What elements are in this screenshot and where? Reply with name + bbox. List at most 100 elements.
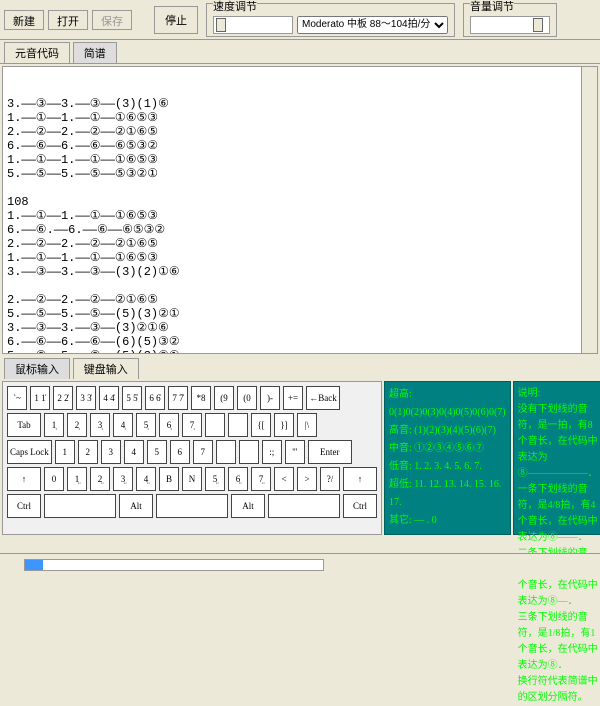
tab-keyboard-input[interactable]: 键盘输入: [73, 358, 139, 379]
key[interactable]: 6̣: [159, 413, 179, 437]
editor-line[interactable]: 3.――③――3.――③――(3)(1)⑥: [7, 97, 593, 111]
editor-line[interactable]: 6.――⑥――6.――⑥――(6)(5)③②: [7, 335, 593, 349]
key[interactable]: [156, 494, 228, 518]
key[interactable]: Ctrl: [343, 494, 377, 518]
key[interactable]: <: [274, 467, 294, 491]
key[interactable]: Enter: [308, 440, 352, 464]
editor-line[interactable]: 1.――①――1.――①――①⑥⑤③: [7, 209, 593, 223]
open-button[interactable]: 打开: [48, 10, 88, 30]
key[interactable]: 3̣: [90, 413, 110, 437]
key[interactable]: 1: [55, 440, 75, 464]
key[interactable]: 2 2̇: [53, 386, 73, 410]
tab-score[interactable]: 简谱: [73, 42, 117, 63]
key[interactable]: ←Back: [306, 386, 340, 410]
key[interactable]: 4̣: [113, 413, 133, 437]
key[interactable]: 3̤: [113, 467, 133, 491]
key[interactable]: Ctrl: [7, 494, 41, 518]
key[interactable]: ?/: [320, 467, 340, 491]
editor-line[interactable]: 3.――③――3.――③――(3)(2)①⑥: [7, 265, 593, 279]
key[interactable]: 6: [170, 440, 190, 464]
key[interactable]: 5̣: [136, 413, 156, 437]
volume-group: 音量调节: [463, 3, 557, 37]
key[interactable]: +=: [283, 386, 303, 410]
key[interactable]: [268, 494, 340, 518]
tempo-slider[interactable]: [213, 16, 293, 34]
key[interactable]: )-: [260, 386, 280, 410]
key[interactable]: 1̣: [44, 413, 64, 437]
scrollbar-v[interactable]: [581, 67, 597, 353]
key[interactable]: N: [182, 467, 202, 491]
key[interactable]: 2̣: [67, 413, 87, 437]
key[interactable]: 4 4̇: [99, 386, 119, 410]
save-button: 保存: [92, 10, 132, 30]
tempo-select[interactable]: Moderato 中板 88～104拍/分: [297, 16, 448, 34]
key[interactable]: |\: [297, 413, 317, 437]
editor-line[interactable]: 1.――①――1.――①――①⑥⑤③: [7, 153, 593, 167]
volume-slider[interactable]: [470, 16, 550, 34]
key[interactable]: 4̤: [136, 467, 156, 491]
key[interactable]: Tab: [7, 413, 41, 437]
key[interactable]: 5: [147, 440, 167, 464]
key[interactable]: 3: [101, 440, 121, 464]
key[interactable]: [44, 494, 116, 518]
key[interactable]: "': [285, 440, 305, 464]
editor-line[interactable]: 5.――⑤――5.――⑤――(5)(3)②①: [7, 349, 593, 354]
key[interactable]: B: [159, 467, 179, 491]
key[interactable]: 1̤: [67, 467, 87, 491]
key[interactable]: 7̣: [182, 413, 202, 437]
key[interactable]: 3 3̇: [76, 386, 96, 410]
editor-line[interactable]: 2.――②――2.――②――②①⑥⑤: [7, 237, 593, 251]
key[interactable]: *8: [191, 386, 211, 410]
key[interactable]: Caps Lock: [7, 440, 52, 464]
editor-line[interactable]: [7, 181, 593, 195]
key[interactable]: (9: [214, 386, 234, 410]
tab-mouse-input[interactable]: 鼠标输入: [4, 358, 70, 379]
key[interactable]: 7 7̇: [168, 386, 188, 410]
virtual-keyboard: `~1 1̇2 2̇3 3̇4 4̇5 5̇6 6̇7 7̇*8(9(0)-+=…: [2, 381, 382, 535]
editor-line[interactable]: 1.――①――1.――①――①⑥⑤③: [7, 251, 593, 265]
key[interactable]: ↑: [7, 467, 41, 491]
key[interactable]: 2: [78, 440, 98, 464]
tab-source[interactable]: 元音代码: [4, 42, 70, 63]
key[interactable]: 6 6̇: [145, 386, 165, 410]
new-button[interactable]: 新建: [4, 10, 44, 30]
volume-label: 音量调节: [470, 1, 514, 13]
key[interactable]: 6̤: [228, 467, 248, 491]
editor-line[interactable]: 2.――②――2.――②――②①⑥⑤: [7, 125, 593, 139]
key[interactable]: [228, 413, 248, 437]
editor-line[interactable]: [7, 279, 593, 293]
editor-line[interactable]: 5.――⑤――5.――⑤――(5)(3)②①: [7, 307, 593, 321]
help-panel: 说明: 没有下划线的音符，是一拍，有8个音长，在代码中表达为⑧――――――． 一…: [513, 381, 600, 535]
key[interactable]: 2̤: [90, 467, 110, 491]
key[interactable]: 5̤: [205, 467, 225, 491]
code-editor[interactable]: 3.――③――3.――③――(3)(1)⑥1.――①――1.――①――①⑥⑤③2…: [2, 66, 598, 354]
editor-line[interactable]: 6.――⑥――6.――⑥――⑥⑤③②: [7, 139, 593, 153]
key[interactable]: :;: [262, 440, 282, 464]
key[interactable]: ↑: [343, 467, 377, 491]
editor-line[interactable]: 6.――⑥.――6.――⑥――⑥⑤③②: [7, 223, 593, 237]
key[interactable]: 7: [193, 440, 213, 464]
key[interactable]: {[: [251, 413, 271, 437]
key[interactable]: (0: [237, 386, 257, 410]
key[interactable]: [239, 440, 259, 464]
editor-line[interactable]: 5.――⑤――5.――⑤――⑤③②①: [7, 167, 593, 181]
editor-line[interactable]: 3.――③――3.――③――(3)②①⑥: [7, 321, 593, 335]
editor-line[interactable]: 1.――①――1.――①――①⑥⑤③: [7, 111, 593, 125]
key[interactable]: 4: [124, 440, 144, 464]
key[interactable]: `~: [7, 386, 27, 410]
key[interactable]: 0: [44, 467, 64, 491]
key[interactable]: Alt: [119, 494, 153, 518]
editor-line[interactable]: 2.――②――2.――②――②①⑥⑤: [7, 293, 593, 307]
stop-button[interactable]: 停止: [154, 6, 198, 34]
key[interactable]: 1 1̇: [30, 386, 50, 410]
key[interactable]: >: [297, 467, 317, 491]
key[interactable]: 7̤: [251, 467, 271, 491]
key[interactable]: [216, 440, 236, 464]
tempo-label: 速度调节: [213, 1, 257, 13]
key[interactable]: Alt: [231, 494, 265, 518]
key[interactable]: }]: [274, 413, 294, 437]
pitch-legend: 超高: 0(1)0(2)0(3)0(4)0(5)0(6)0(7) 高音: (1)…: [384, 381, 511, 535]
key[interactable]: [205, 413, 225, 437]
key[interactable]: 5 5̇: [122, 386, 142, 410]
editor-line[interactable]: 108: [7, 195, 593, 209]
